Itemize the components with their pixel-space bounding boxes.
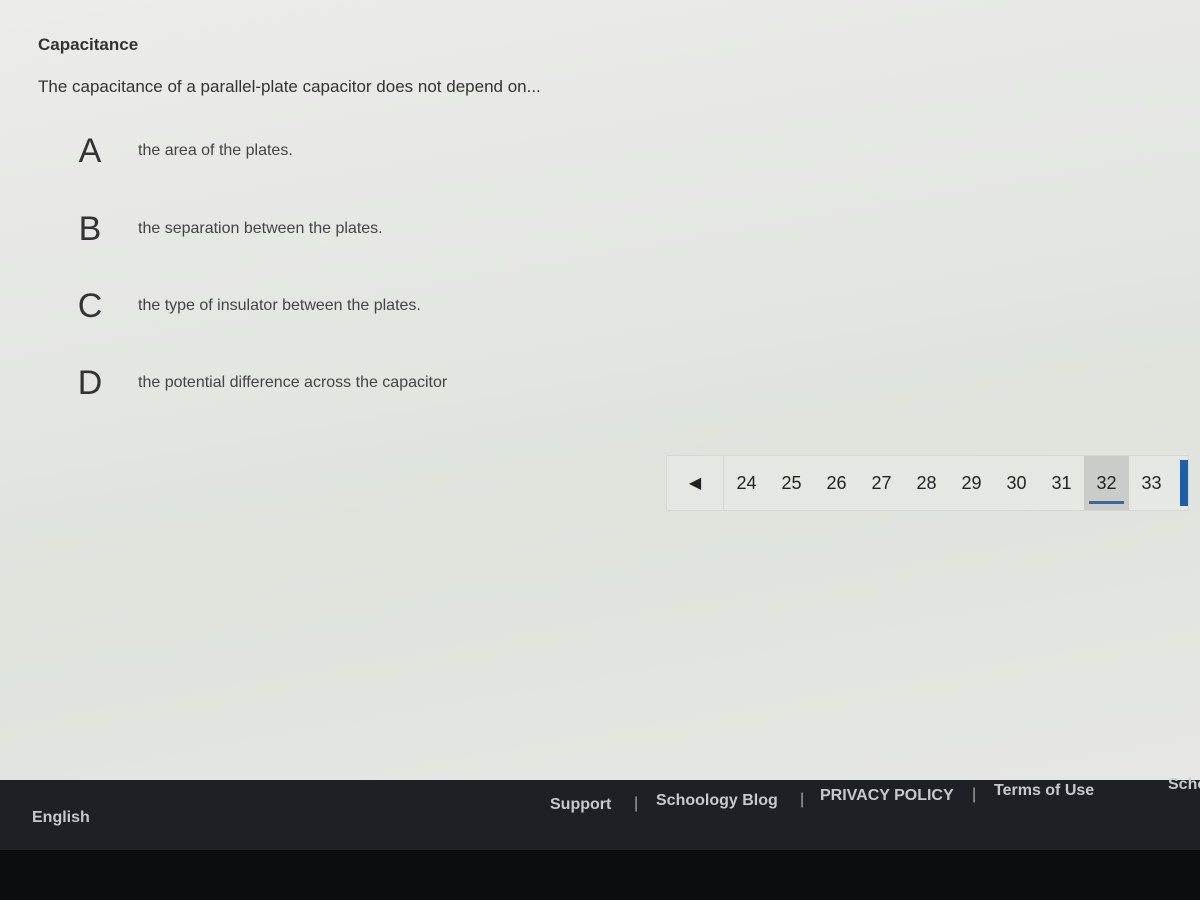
- page-33[interactable]: 33: [1129, 456, 1174, 510]
- choice-text: the type of insulator between the plates…: [138, 297, 421, 314]
- separator: |: [634, 795, 639, 812]
- footer-link-terms[interactable]: Terms of Use: [994, 782, 1094, 800]
- footer-link-support[interactable]: Support: [550, 796, 611, 814]
- quiz-screen: Capacitance The capacitance of a paralle…: [0, 0, 1200, 780]
- page-31[interactable]: 31: [1039, 456, 1084, 510]
- question-title: Capacitance: [38, 35, 139, 54]
- choice-text: the potential difference across the capa…: [138, 374, 448, 391]
- separator: |: [972, 786, 977, 803]
- choice-a[interactable]: A the area of the plates.: [60, 120, 500, 182]
- page-25[interactable]: 25: [769, 456, 814, 510]
- choice-letter: C: [77, 286, 103, 325]
- page-32-current[interactable]: 32: [1084, 456, 1129, 510]
- language-selector[interactable]: English: [32, 809, 90, 827]
- choice-letter: A: [78, 131, 102, 170]
- question-pagination: ◀ 24 25 26 27 28 29 30 31 32 33: [666, 455, 1189, 511]
- page-24[interactable]: 24: [724, 456, 769, 510]
- choice-c[interactable]: C the type of insulator between the plat…: [60, 275, 500, 337]
- page-26[interactable]: 26: [814, 456, 859, 510]
- page-28[interactable]: 28: [904, 456, 949, 510]
- prev-page-button[interactable]: ◀: [667, 456, 724, 510]
- page-30[interactable]: 30: [994, 456, 1039, 510]
- choice-letter: D: [77, 363, 103, 402]
- page-29[interactable]: 29: [949, 456, 994, 510]
- choice-d[interactable]: D the potential difference across the ca…: [60, 352, 500, 414]
- separator: |: [800, 791, 805, 808]
- question-prompt: The capacitance of a parallel-plate capa…: [38, 77, 541, 96]
- footer-link-privacy[interactable]: PRIVACY POLICY: [820, 787, 954, 805]
- choice-b[interactable]: B the separation between the plates.: [60, 198, 500, 260]
- choice-text: the separation between the plates.: [138, 220, 383, 237]
- choice-text: the area of the plates.: [138, 142, 293, 159]
- page-27[interactable]: 27: [859, 456, 904, 510]
- footer-truncated-text: Scho: [1168, 776, 1200, 793]
- footer: English Support | Schoology Blog | PRIVA…: [0, 776, 1200, 850]
- triangle-left-icon: ◀: [688, 475, 702, 492]
- footer-link-blog[interactable]: Schoology Blog: [656, 792, 778, 810]
- choice-letter: B: [78, 209, 102, 248]
- next-button-edge[interactable]: [1180, 460, 1188, 506]
